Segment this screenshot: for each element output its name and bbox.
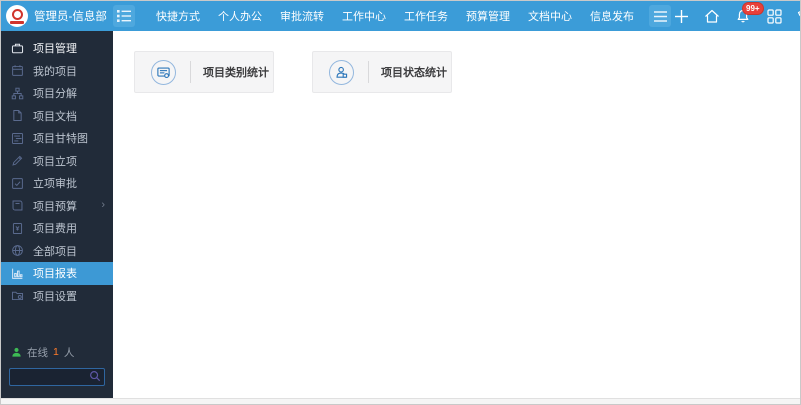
sidebar-menu: 项目管理 我的项目 项目分解 项目文档 项目甘特图 项目立项 立项审批 项目预算… bbox=[1, 31, 113, 307]
sidebar-item-project-breakdown[interactable]: 项目分解 bbox=[1, 82, 113, 105]
sidebar-item-initiation-approval[interactable]: 立项审批 bbox=[1, 172, 113, 195]
briefcase-icon bbox=[11, 42, 24, 55]
sidebar-item-project-settings[interactable]: 项目设置 bbox=[1, 285, 113, 308]
sidebar-item-label: 项目立项 bbox=[33, 155, 77, 168]
category-stats-icon bbox=[151, 59, 176, 85]
sidebar-item-label: 项目管理 bbox=[33, 43, 77, 56]
card-project-category-stats[interactable]: 项目类别统计 bbox=[134, 51, 274, 93]
sidebar-item-project-documents[interactable]: 项目文档 bbox=[1, 105, 113, 128]
online-unit: 人 bbox=[63, 346, 75, 359]
brand-logo-icon bbox=[6, 5, 28, 27]
nav-shortcuts[interactable]: 快捷方式 bbox=[147, 8, 209, 24]
nav-document-center[interactable]: 文档中心 bbox=[519, 8, 581, 24]
nav-info-publish[interactable]: 信息发布 bbox=[581, 8, 643, 24]
card-divider bbox=[190, 61, 191, 83]
sidebar-item-label: 项目预算 bbox=[33, 200, 77, 213]
online-label: 在线 bbox=[27, 346, 48, 359]
globe-icon bbox=[11, 244, 24, 257]
app-window: 管理员-信息部 快捷方式 个人办公 审批流转 工作中心 工作任务 预算管理 文档… bbox=[0, 0, 801, 405]
expense-file-icon bbox=[11, 222, 24, 235]
sidebar-item-label: 项目设置 bbox=[33, 290, 77, 303]
hamburger-menu-icon[interactable] bbox=[649, 5, 671, 27]
card-label: 项目状态统计 bbox=[381, 67, 447, 79]
sidebar-item-all-projects[interactable]: 全部项目 bbox=[1, 240, 113, 263]
grid-icon bbox=[766, 8, 782, 24]
card-divider bbox=[368, 61, 369, 83]
sidebar-item-project-management[interactable]: 项目管理 bbox=[1, 37, 113, 60]
sidebar-item-label: 项目分解 bbox=[33, 88, 77, 101]
hamburger-icon bbox=[653, 10, 667, 22]
body: 项目管理 我的项目 项目分解 项目文档 项目甘特图 项目立项 立项审批 项目预算… bbox=[1, 31, 800, 398]
topbar: 管理员-信息部 快捷方式 个人办公 审批流转 工作中心 工作任务 预算管理 文档… bbox=[1, 1, 800, 31]
sidebar-item-my-projects[interactable]: 我的项目 bbox=[1, 60, 113, 83]
sidebar-item-label: 立项审批 bbox=[33, 178, 77, 191]
list-menu-icon[interactable] bbox=[113, 5, 135, 27]
apps-grid-button[interactable] bbox=[764, 5, 784, 27]
shirt-icon bbox=[797, 10, 800, 16]
report-chart-icon bbox=[11, 267, 24, 280]
sidebar: 项目管理 我的项目 项目分解 项目文档 项目甘特图 项目立项 立项审批 项目预算… bbox=[1, 31, 113, 398]
home-icon bbox=[705, 9, 719, 23]
nav-budget-management[interactable]: 预算管理 bbox=[457, 8, 519, 24]
online-user-icon bbox=[11, 347, 22, 358]
notifications-button[interactable]: 99+ bbox=[733, 2, 764, 27]
top-nav: 快捷方式 个人办公 审批流转 工作中心 工作任务 预算管理 文档中心 信息发布 bbox=[147, 8, 643, 24]
main-content: 项目类别统计 项目状态统计 bbox=[113, 31, 800, 398]
nav-approval-flow[interactable]: 审批流转 bbox=[271, 8, 333, 24]
brand-title: 管理员-信息部 bbox=[34, 11, 107, 23]
status-stats-icon bbox=[329, 59, 354, 85]
document-icon bbox=[11, 109, 24, 122]
chevron-right-icon: › bbox=[101, 199, 105, 212]
sidebar-bottom: 在线 1 人 bbox=[1, 345, 113, 399]
nav-work-center[interactable]: 工作中心 bbox=[333, 8, 395, 24]
calendar-icon bbox=[11, 64, 24, 77]
check-square-icon bbox=[11, 177, 24, 190]
card-label: 项目类别统计 bbox=[203, 67, 269, 79]
sidebar-item-project-gantt[interactable]: 项目甘特图 bbox=[1, 127, 113, 150]
sidebar-item-label: 项目文档 bbox=[33, 110, 77, 123]
card-project-status-stats[interactable]: 项目状态统计 bbox=[312, 51, 452, 93]
sidebar-item-project-expenses[interactable]: 项目费用 bbox=[1, 217, 113, 240]
add-button[interactable] bbox=[671, 5, 691, 27]
sidebar-item-label: 项目甘特图 bbox=[33, 133, 88, 146]
search-icon[interactable] bbox=[89, 370, 101, 382]
notification-badge: 99+ bbox=[742, 2, 764, 15]
sidebar-search bbox=[9, 367, 105, 386]
home-button[interactable] bbox=[702, 5, 722, 27]
theme-button[interactable] bbox=[795, 5, 800, 27]
sidebar-item-project-budget[interactable]: 项目预算 › bbox=[1, 195, 113, 218]
sidebar-item-label: 我的项目 bbox=[33, 65, 77, 78]
sidebar-item-label: 项目报表 bbox=[33, 268, 77, 281]
topbar-actions: 99+ bbox=[671, 2, 800, 27]
gantt-chart-icon bbox=[11, 132, 24, 145]
sidebar-item-project-reports[interactable]: 项目报表 bbox=[1, 262, 113, 285]
nav-work-tasks[interactable]: 工作任务 bbox=[395, 8, 457, 24]
plus-icon bbox=[674, 9, 688, 23]
settings-folder-icon bbox=[11, 289, 24, 302]
brand[interactable]: 管理员-信息部 bbox=[1, 5, 113, 27]
nav-personal-office[interactable]: 个人办公 bbox=[209, 8, 271, 24]
book-icon bbox=[11, 199, 24, 212]
sidebar-item-label: 全部项目 bbox=[33, 245, 77, 258]
pencil-icon bbox=[11, 154, 24, 167]
report-cards: 项目类别统计 项目状态统计 bbox=[113, 31, 800, 93]
sitemap-icon bbox=[11, 87, 24, 100]
online-status: 在线 1 人 bbox=[1, 345, 113, 360]
sidebar-item-label: 项目费用 bbox=[33, 223, 77, 236]
online-count: 1 bbox=[53, 346, 59, 358]
sidebar-item-project-initiation[interactable]: 项目立项 bbox=[1, 150, 113, 173]
list-icon bbox=[117, 10, 131, 22]
bottom-scrollbar-track[interactable] bbox=[1, 398, 800, 404]
